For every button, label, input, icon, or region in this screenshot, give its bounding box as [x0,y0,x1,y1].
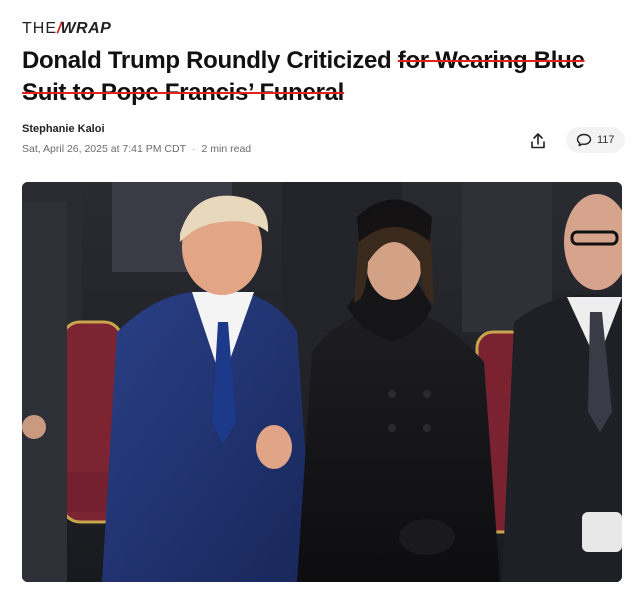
comment-bubble-icon [576,133,592,147]
share-button[interactable] [526,129,550,153]
comment-count: 117 [597,134,615,146]
article-meta: Sat, April 26, 2025 at 7:41 PM CDT · 2 min… [22,143,251,155]
comments-button[interactable]: 117 [566,127,625,153]
logo-wrap: WRAP [60,20,112,37]
site-logo[interactable]: THE/WRAP [22,20,111,38]
author-name[interactable]: Stephanie Kaloi [22,123,105,135]
title-plain: Donald Trump Roundly Criticized [22,47,398,74]
share-icon [531,133,545,149]
meta-separator: · [192,143,196,155]
publish-date: Sat, April 26, 2025 at 7:41 PM CDT [22,143,187,155]
photo-illustration [22,182,622,582]
logo-the: THE [22,20,57,37]
hero-photo [22,182,622,582]
read-time: 2 min read [201,143,252,155]
article-title: Donald Trump Roundly Criticized for Wear… [22,45,622,109]
